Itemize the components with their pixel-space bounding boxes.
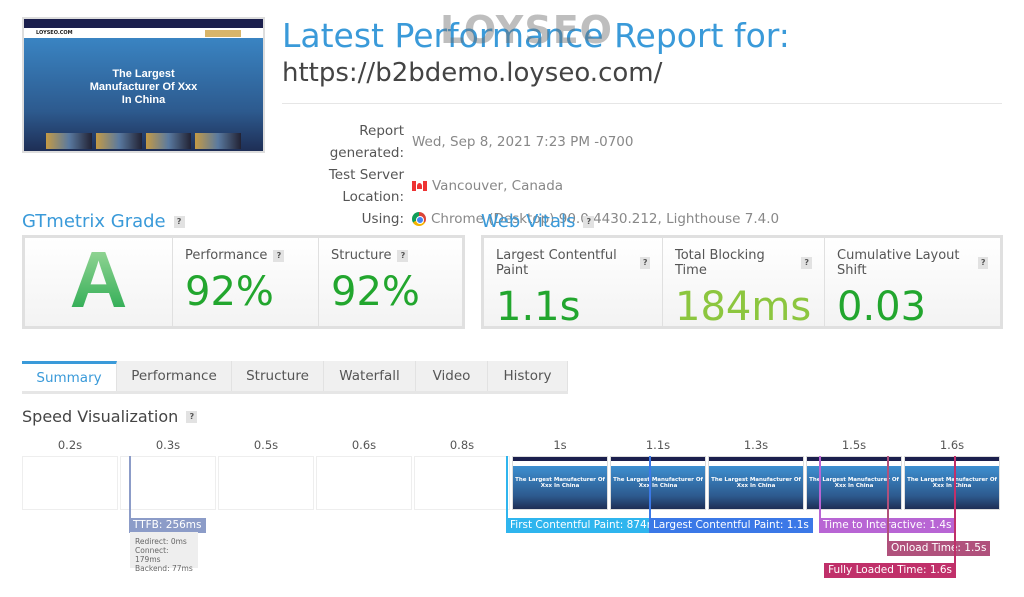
frame-time-label: 0.6s (351, 438, 377, 452)
help-icon[interactable]: ? (173, 215, 185, 228)
tab-summary[interactable]: Summary (22, 361, 117, 391)
cls-value: 0.03 (837, 284, 927, 330)
lcp-label: Largest Contentful Paint (496, 248, 617, 278)
page-screenshot-thumbnail: LOYSEO.COM The Largest Manufacturer Of Xx… (22, 17, 265, 153)
info-label: Report generated: (329, 123, 404, 161)
help-icon[interactable]: ? (397, 249, 409, 262)
info-label: Using: (361, 211, 404, 227)
chrome-icon (412, 212, 426, 226)
web-vitals-panel: Largest Contentful Paint? 1.1s Total Bloc… (481, 235, 1003, 330)
frame-time-label: 1.1s (645, 438, 671, 452)
canada-flag-icon (412, 181, 427, 191)
tab-performance[interactable]: Performance (117, 361, 232, 391)
server-location: Vancouver, Canada (432, 178, 564, 194)
filmstrip-frame[interactable] (316, 456, 412, 510)
heading-text: Speed Visualization (22, 407, 179, 426)
ttfb-marker: TTFB: 256ms (129, 518, 206, 533)
tab-structure[interactable]: Structure (232, 361, 324, 391)
ttfb-detail: Connect: 179ms (135, 546, 169, 564)
help-icon[interactable]: ? (273, 249, 285, 262)
report-url[interactable]: https://b2bdemo.loyseo.com/ (282, 58, 662, 88)
frame-time-label: 1s (553, 438, 567, 452)
structure-score: 92% (331, 269, 420, 315)
thumbnail-headline: The Largest (112, 68, 175, 80)
filmstrip-frame[interactable] (22, 456, 118, 510)
frame-time-label: 1.3s (743, 438, 769, 452)
tbt-value: 184ms (675, 284, 812, 330)
fully-loaded-marker-line (954, 456, 956, 564)
report-date: Wed, Sep 8, 2021 7:23 PM -0700 (412, 134, 634, 150)
gtmetrix-grade-heading: GTmetrix Grade? (22, 211, 185, 232)
thumbnail-logo: LOYSEO.COM (36, 30, 73, 36)
report-tabs: Summary Performance Structure Waterfall … (22, 361, 568, 394)
heading-text: GTmetrix Grade (22, 211, 166, 232)
lcp-marker: Largest Contentful Paint: 1.1s (649, 518, 813, 533)
lcp-value: 1.1s (496, 284, 581, 330)
tab-video[interactable]: Video (416, 361, 488, 391)
filmstrip-frame[interactable] (414, 456, 510, 510)
fcp-marker-line (506, 456, 508, 518)
structure-label: Structure (331, 248, 392, 263)
filmstrip-frame[interactable]: The Largest Manufacturer Of Xxx In China (708, 456, 804, 510)
help-icon[interactable]: ? (583, 215, 595, 228)
onload-marker-line (887, 456, 889, 541)
help-icon[interactable]: ? (978, 257, 988, 269)
web-vitals-heading: Web Vitals? (481, 211, 595, 232)
filmstrip-frame[interactable] (120, 456, 216, 510)
tab-history[interactable]: History (488, 361, 568, 391)
help-icon[interactable]: ? (640, 257, 650, 269)
tab-waterfall[interactable]: Waterfall (324, 361, 416, 391)
tti-marker-line (819, 456, 821, 518)
filmstrip-frame[interactable]: The Largest Manufacturer Of Xxx In China (610, 456, 706, 510)
filmstrip-frame[interactable]: The Largest Manufacturer Of Xxx In China (904, 456, 1000, 510)
lcp-marker-line (649, 456, 651, 518)
cls-label: Cumulative Layout Shift (837, 248, 960, 278)
grade-letter: A (25, 238, 172, 322)
divider (282, 103, 1002, 104)
heading-text: Web Vitals (481, 211, 576, 232)
grade-panel: A Performance? 92% Structure? 92% (22, 235, 465, 329)
onload-marker: Onload Time: 1.5s (887, 541, 991, 556)
performance-label: Performance (185, 248, 268, 263)
frame-time-label: 1.6s (939, 438, 965, 452)
frame-time-label: 0.2s (57, 438, 83, 452)
ttfb-detail: Redirect: 0ms (135, 537, 187, 546)
frame-time-label: 0.3s (155, 438, 181, 452)
fcp-marker: First Contentful Paint: 874ms (506, 518, 667, 533)
help-icon[interactable]: ? (801, 257, 812, 269)
help-icon[interactable]: ? (186, 410, 198, 423)
performance-score: 92% (185, 269, 274, 315)
filmstrip-frame[interactable]: The Largest Manufacturer Of Xxx In China (512, 456, 608, 510)
filmstrip-frame[interactable] (218, 456, 314, 510)
ttfb-details: Redirect: 0ms Connect: 179ms Backend: 77ms (130, 532, 198, 573)
frame-time-label: 0.5s (253, 438, 279, 452)
fully-loaded-marker: Fully Loaded Time: 1.6s (824, 563, 956, 578)
tbt-label: Total Blocking Time (675, 248, 765, 278)
thumbnail-headline: Manufacturer Of Xxx (89, 81, 198, 93)
frame-time-label: 1.5s (841, 438, 867, 452)
info-label: Test Server Location: (328, 167, 404, 205)
thumbnail-headline: In China (121, 94, 166, 106)
ttfb-marker-line (129, 456, 131, 518)
ttfb-detail: Backend: 77ms (135, 564, 193, 573)
frame-time-label: 0.8s (449, 438, 475, 452)
speed-visualization-heading: Speed Visualization? (22, 407, 198, 426)
watermark-logo: LOYSEO (440, 8, 613, 52)
